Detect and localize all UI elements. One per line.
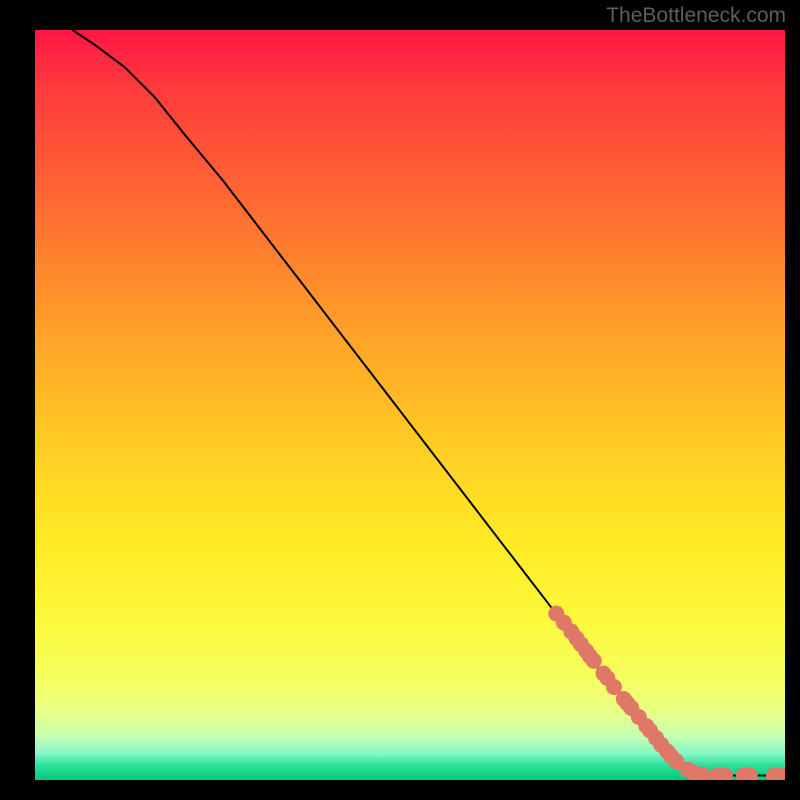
chart-overlay-svg <box>35 30 785 780</box>
chart-curve <box>73 30 786 776</box>
chart-scatter-points <box>548 606 785 781</box>
data-point <box>586 653 602 669</box>
watermark-text: TheBottleneck.com <box>606 4 786 28</box>
chart-plot-area <box>35 30 785 780</box>
